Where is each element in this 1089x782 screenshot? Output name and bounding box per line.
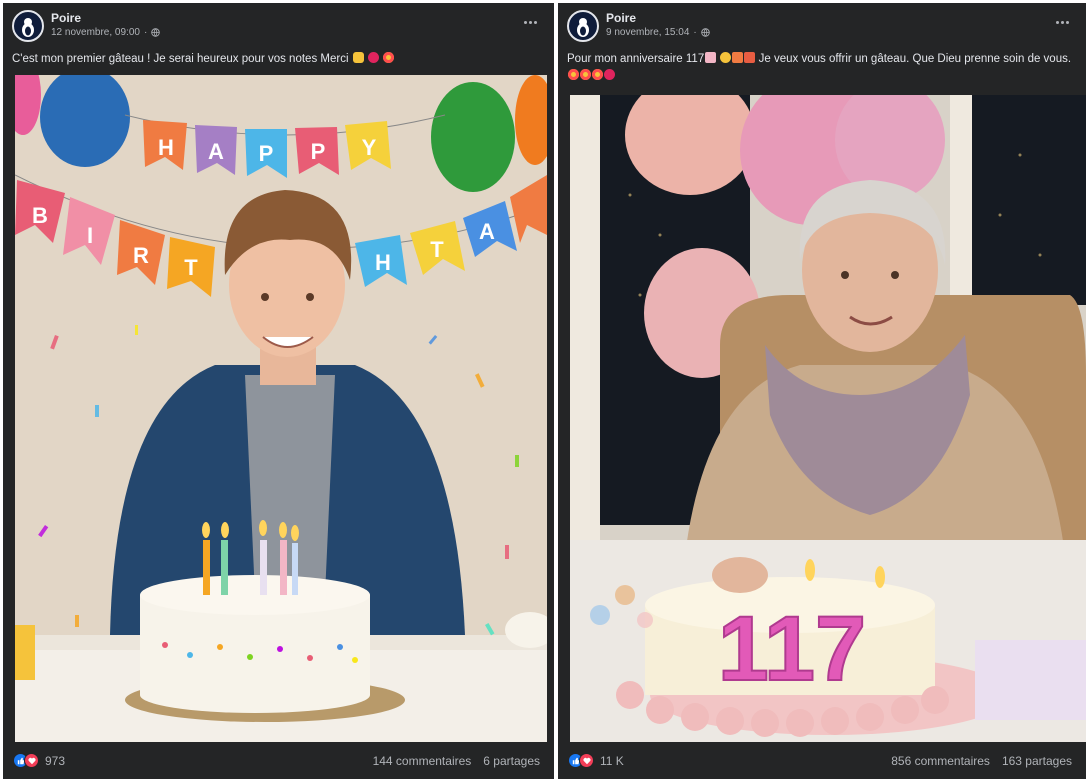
post-stats: 856 commentaires 163 partages <box>891 754 1072 768</box>
banner-letter: Y <box>362 135 377 160</box>
avatar[interactable] <box>12 10 44 42</box>
post-card: Poire 9 novembre, 15:04 · Pour mon anniv… <box>558 3 1086 779</box>
love-reaction-icon <box>24 753 39 768</box>
age-candles: 117 <box>718 598 866 700</box>
post-meta: 12 novembre, 09:00 · <box>51 27 161 38</box>
shares-link[interactable]: 163 partages <box>1002 754 1072 768</box>
star-struck-icon <box>580 69 591 80</box>
reaction-count: 973 <box>45 753 66 768</box>
banner-letter: H <box>375 250 391 275</box>
star-struck-icon <box>568 69 579 80</box>
banner-letter: A <box>479 219 495 244</box>
banner-letter: H <box>158 135 174 160</box>
love-reaction-icon <box>579 753 594 768</box>
shares-link[interactable]: 6 partages <box>483 754 540 768</box>
thumbs-up-icon <box>352 52 364 63</box>
clapping-icon <box>720 52 732 63</box>
post-header: Poire 9 novembre, 15:04 · <box>558 3 1086 42</box>
globe-icon <box>701 28 710 37</box>
star-struck-icon <box>592 69 603 80</box>
post-card: Poire 12 novembre, 09:00 · C'est mon pre… <box>3 3 554 779</box>
more-options-button[interactable] <box>1052 15 1072 29</box>
star-struck-icon <box>383 52 395 63</box>
reaction-summary[interactable]: 973 <box>13 753 65 768</box>
banner-letter: B <box>32 203 48 228</box>
banner-letter: T <box>430 237 444 262</box>
banner-letter: P <box>259 141 274 166</box>
post-meta: 9 novembre, 15:04 · <box>606 27 710 38</box>
reaction-count: 11 K <box>600 753 624 768</box>
more-options-button[interactable] <box>520 15 540 29</box>
post-caption: C'est mon premier gâteau ! Je serai heur… <box>12 51 540 68</box>
caption-text: C'est mon premier gâteau ! Je serai heur… <box>12 53 349 65</box>
banner-letter: A <box>208 139 224 164</box>
banner-letter: T <box>184 255 198 280</box>
post-stats: 144 commentaires 6 partages <box>373 754 540 768</box>
caption-text: Pour mon anniversaire 117 <box>567 53 705 65</box>
post-photo[interactable]: H A P P Y B I R T H T A <box>15 75 547 742</box>
post-photo[interactable]: 117 <box>570 95 1086 742</box>
post-date[interactable]: 12 novembre, 09:00 <box>51 27 140 38</box>
reaction-summary[interactable]: 11 K <box>568 753 624 768</box>
post-footer: 11 K 856 commentaires 163 partages <box>558 742 1086 779</box>
banner-letter: I <box>87 223 93 248</box>
author-name[interactable]: Poire <box>51 11 81 25</box>
banner-letter: R <box>133 243 149 268</box>
avatar[interactable] <box>567 10 599 42</box>
banner-letter: P <box>311 139 326 164</box>
party-popper-icon <box>732 52 744 63</box>
post-header: Poire 12 novembre, 09:00 · <box>3 3 554 42</box>
caption-text-rest: Je veux vous offrir un gâteau. Que Dieu … <box>758 53 1072 65</box>
post-caption: Pour mon anniversaire 117 Je veux vous o… <box>567 51 1072 85</box>
red-heart-icon <box>367 52 379 63</box>
cake-icon <box>705 52 717 63</box>
post-footer: 973 144 commentaires 6 partages <box>3 742 554 779</box>
gift-icon <box>744 52 756 63</box>
comments-link[interactable]: 856 commentaires <box>891 754 990 768</box>
globe-icon <box>151 28 161 37</box>
post-date[interactable]: 9 novembre, 15:04 <box>606 27 689 38</box>
red-heart-icon <box>604 69 615 80</box>
author-name[interactable]: Poire <box>606 11 636 25</box>
comments-link[interactable]: 144 commentaires <box>373 754 472 768</box>
